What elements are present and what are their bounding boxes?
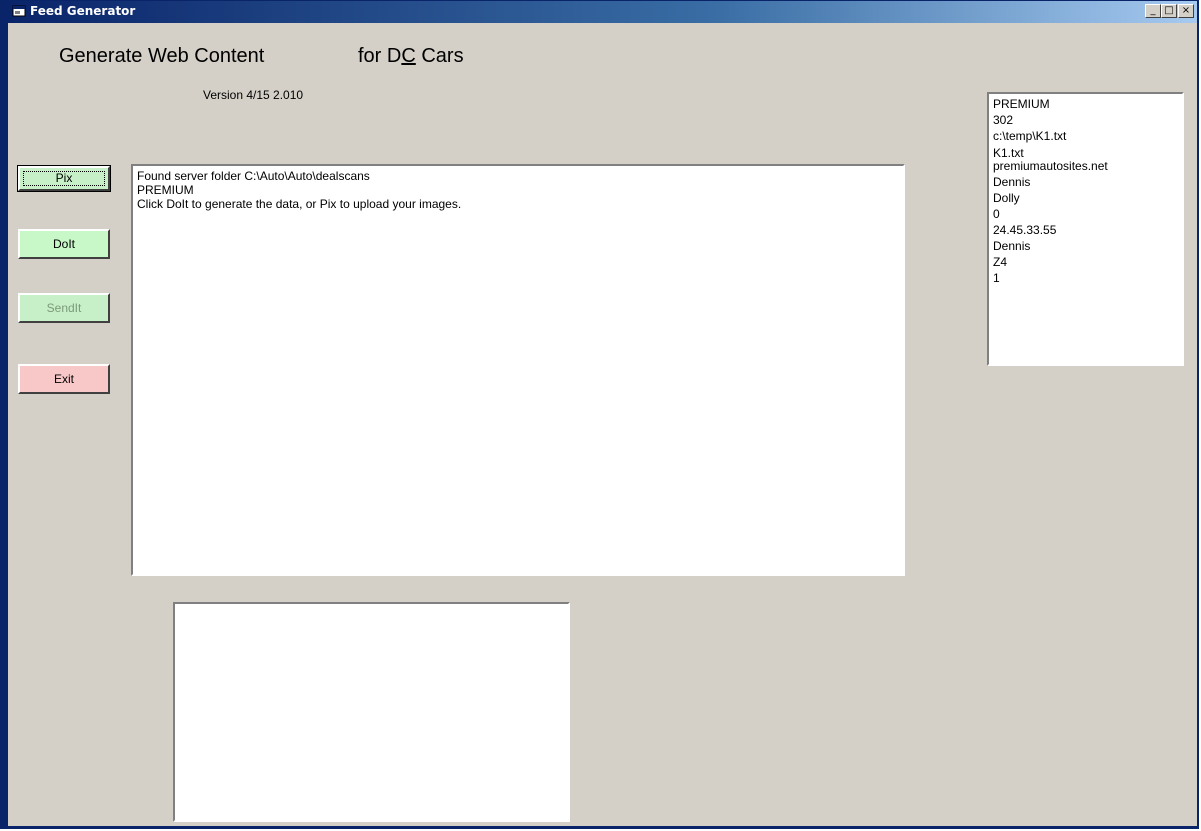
maximize-button[interactable]: □ bbox=[1161, 4, 1177, 18]
info-item: c:\temp\K1.txt bbox=[993, 129, 1067, 143]
log-line: Click DoIt to generate the data, or Pix … bbox=[137, 197, 462, 211]
doit-button-label: DoIt bbox=[52, 237, 75, 251]
info-item: PREMIUM bbox=[993, 97, 1050, 111]
info-item: premiumautosites.net bbox=[993, 159, 1108, 173]
company-title: for DC Cars bbox=[358, 45, 464, 68]
info-item: Dolly bbox=[993, 191, 1020, 205]
info-item: 0 bbox=[993, 207, 1000, 221]
close-button[interactable]: × bbox=[1178, 4, 1194, 18]
title-bar[interactable]: Feed Generator _ □ × bbox=[8, 1, 1197, 23]
info-item: Z4 bbox=[993, 255, 1008, 269]
info-item: 24.45.33.55 bbox=[993, 223, 1057, 237]
info-item: 302 bbox=[993, 113, 1014, 127]
sendit-button-label: SendIt bbox=[46, 301, 82, 315]
pix-button[interactable]: Pix bbox=[17, 165, 111, 192]
info-item: Dennis bbox=[993, 239, 1031, 253]
focus-rect bbox=[23, 171, 105, 186]
log-line: PREMIUM bbox=[137, 183, 194, 197]
company-title-underlined: C bbox=[401, 45, 416, 67]
info-item: Dennis bbox=[993, 175, 1031, 189]
exit-button[interactable]: Exit bbox=[18, 364, 110, 394]
info-item: K1.txt bbox=[993, 146, 1024, 160]
sendit-button[interactable]: SendIt bbox=[18, 293, 110, 323]
info-item: 1 bbox=[993, 271, 1000, 285]
company-title-prefix: for D bbox=[358, 45, 402, 67]
page-title: Generate Web Content bbox=[59, 45, 265, 67]
log-line: Found server folder C:\Auto\Auto\dealsca… bbox=[137, 169, 370, 183]
feed-generator-window: Feed Generator _ □ × Generate Web Conten… bbox=[0, 0, 1199, 829]
company-title-suffix: Cars bbox=[415, 45, 464, 67]
preview-box[interactable] bbox=[173, 602, 570, 822]
doit-button[interactable]: DoIt bbox=[18, 229, 110, 259]
minimize-button[interactable]: _ bbox=[1145, 4, 1161, 18]
window-title: Feed Generator bbox=[30, 4, 136, 18]
app-icon bbox=[12, 5, 26, 17]
version-label: Version 4/15 2.010 bbox=[203, 88, 304, 102]
exit-button-label: Exit bbox=[53, 372, 74, 386]
info-listbox[interactable]: PREMIUM 302 c:\temp\K1.txt K1.txt premiu… bbox=[987, 92, 1184, 366]
log-textbox[interactable]: Found server folder C:\Auto\Auto\dealsca… bbox=[131, 164, 905, 576]
